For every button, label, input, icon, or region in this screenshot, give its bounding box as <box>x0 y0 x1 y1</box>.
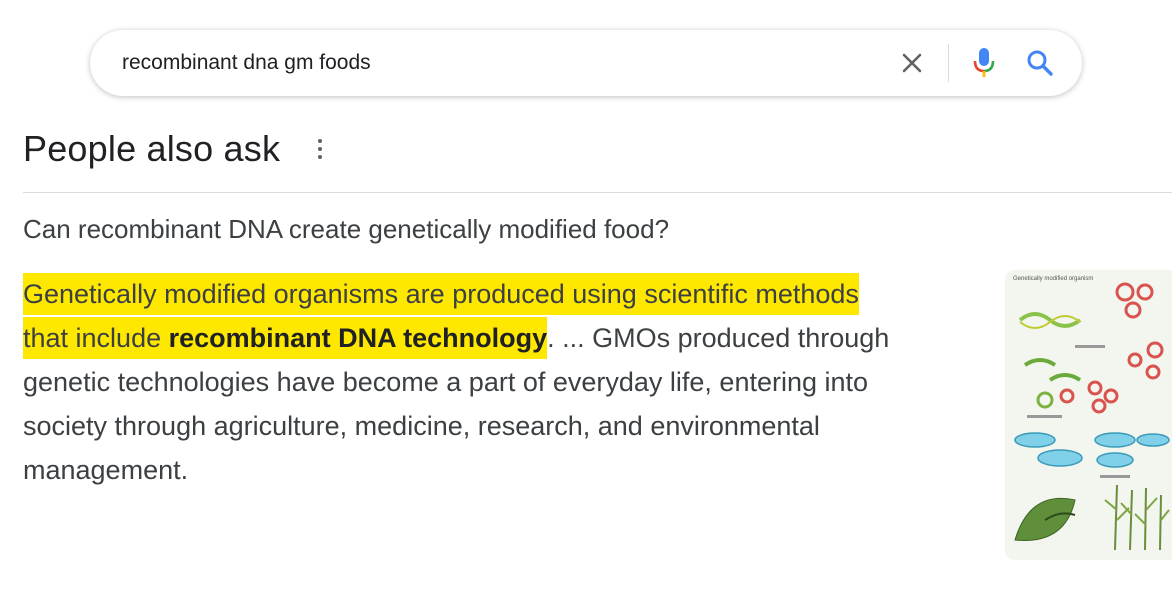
search-submit-button[interactable] <box>1024 47 1056 79</box>
more-vert-icon <box>318 139 323 143</box>
close-icon <box>902 53 922 73</box>
answer-bold-term: recombinant DNA technology <box>168 323 548 353</box>
section-divider <box>23 192 1172 193</box>
search-bar <box>90 30 1082 96</box>
search-input[interactable] <box>120 42 884 84</box>
search-icon <box>1027 50 1053 76</box>
answer-highlight-line2: that include recombinant DNA technology <box>23 317 548 359</box>
svg-text:Genetically modified organism: Genetically modified organism <box>1013 276 1093 282</box>
clear-search-button[interactable] <box>898 49 926 77</box>
paa-answer-snippet: Genetically modified organisms are produ… <box>23 272 953 492</box>
search-bar-divider <box>948 44 949 82</box>
paa-question[interactable]: Can recombinant DNA create genetically m… <box>23 214 669 245</box>
answer-highlight-line1: Genetically modified organisms are produ… <box>23 273 859 315</box>
voice-search-button[interactable] <box>970 46 998 80</box>
gmo-diagram-image: Genetically modified organism <box>1005 270 1172 560</box>
answer-thumbnail-image[interactable]: Genetically modified organism <box>1005 270 1172 560</box>
microphone-icon <box>973 48 995 77</box>
more-options-button[interactable] <box>314 134 326 164</box>
people-also-ask-title: People also ask <box>23 128 281 169</box>
people-also-ask-header: People also ask <box>23 128 326 170</box>
